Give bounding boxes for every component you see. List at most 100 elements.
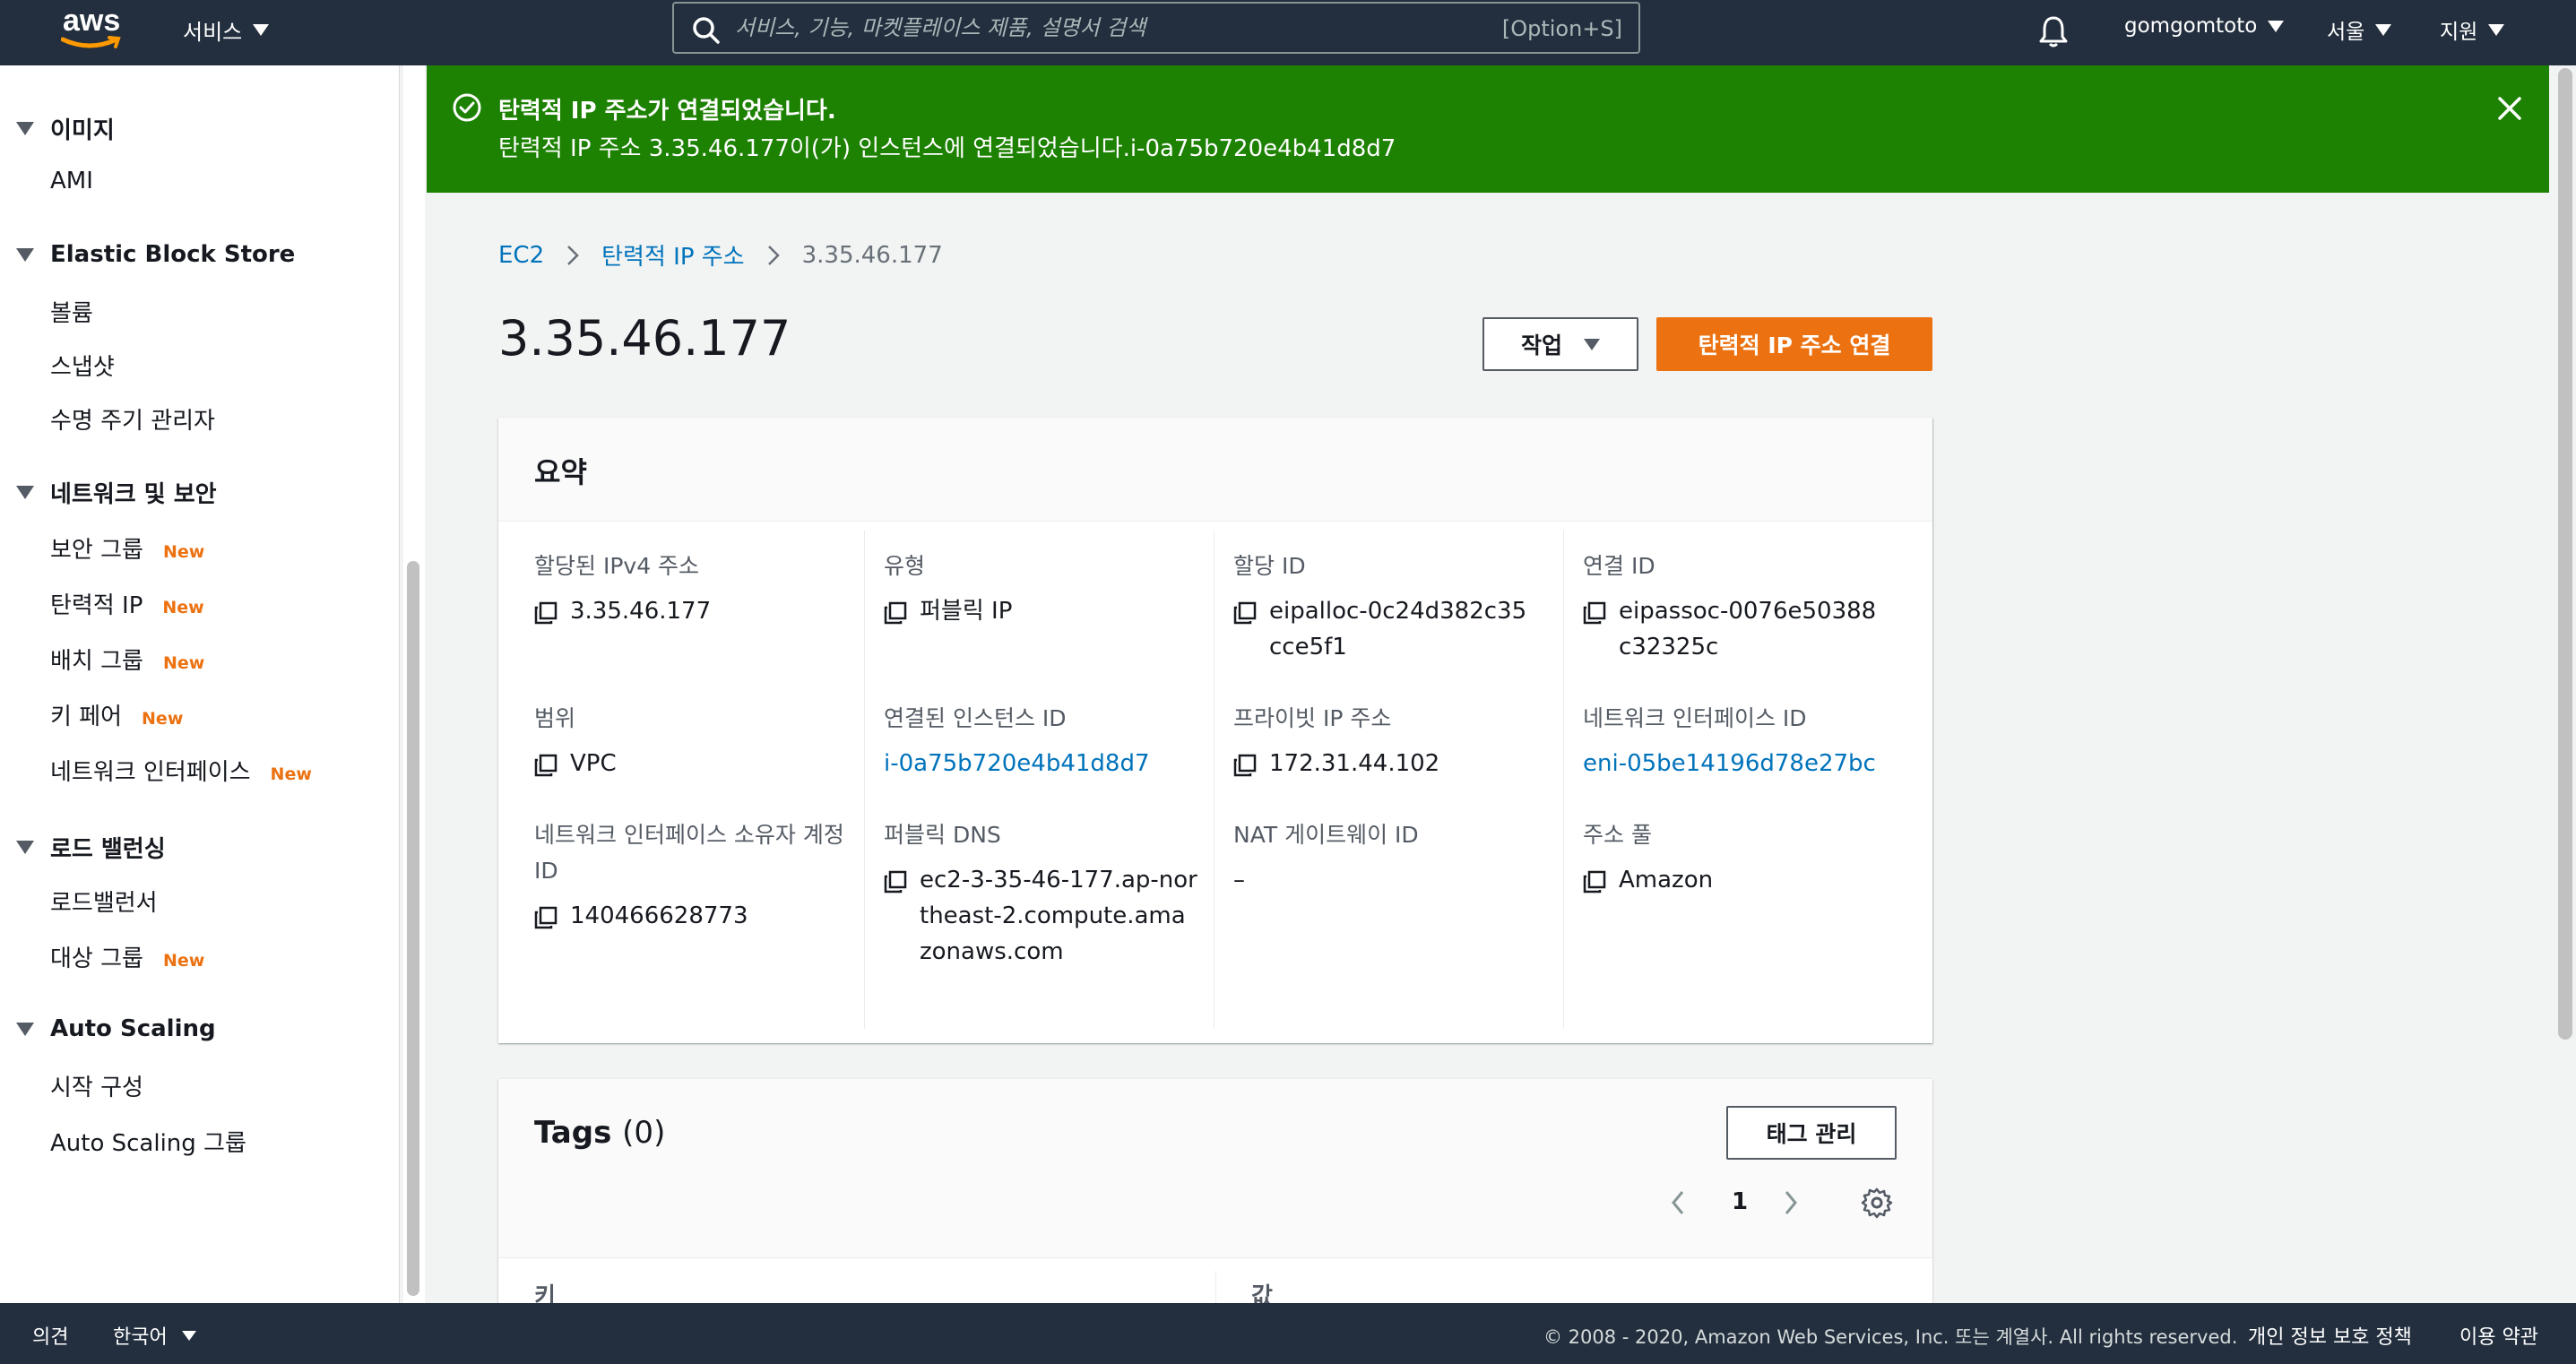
page-title: 3.35.46.177 <box>498 310 791 367</box>
chevron-down-icon <box>2375 23 2392 36</box>
scope-value: VPC <box>570 750 617 777</box>
column-header-value[interactable]: 값 <box>1251 1278 1273 1303</box>
sidebar-section-network-security[interactable]: 네트워크 및 보안 <box>16 476 217 509</box>
chevron-down-icon <box>2488 23 2505 36</box>
caret-down-icon <box>16 486 34 499</box>
field-label: 네트워크 인터페이스 소유자 계정 ID <box>534 822 844 884</box>
sidebar-item-elastic-ip[interactable]: 탄력적 IP New <box>50 587 204 620</box>
summary-header: 요약 <box>498 418 1932 522</box>
services-label: 서비스 <box>183 20 243 45</box>
privacy-policy-link[interactable]: 개인 정보 보호 정책 <box>2248 1321 2412 1350</box>
sidebar-section-title: 네트워크 및 보안 <box>50 481 217 508</box>
sidebar-item-load-balancers[interactable]: 로드밸런서 <box>50 885 158 918</box>
sidebar-item-snapshots[interactable]: 스냅샷 <box>50 349 115 382</box>
aws-smile-icon <box>61 36 121 48</box>
chevron-right-icon[interactable] <box>1782 1188 1800 1217</box>
user-menu[interactable]: gomgomtoto <box>2124 14 2285 38</box>
field-owner-account-id: 네트워크 인터페이스 소유자 계정 ID 140466628773 <box>534 817 848 934</box>
ipv4-value: 3.35.46.177 <box>570 598 712 625</box>
check-circle-icon <box>453 93 481 122</box>
field-value: 172.31.44.102 <box>1233 746 1547 781</box>
sidebar-item-volumes[interactable]: 볼륨 <box>50 295 93 328</box>
main-scrollbar-thumb[interactable] <box>2558 68 2572 1040</box>
close-icon[interactable] <box>2497 96 2522 121</box>
search-shortcut: [Option+S] <box>1501 16 1622 41</box>
actions-label: 작업 <box>1520 332 1562 358</box>
field-value: i-0a75b720e4b41d8d7 <box>884 746 1197 781</box>
tags-count: (0) <box>622 1115 666 1151</box>
association-id-value: eipassoc-0076e50388c32325c <box>1619 598 1877 660</box>
copy-icon[interactable] <box>1583 601 1606 625</box>
copy-icon[interactable] <box>1233 601 1257 625</box>
breadcrumb-ec2[interactable]: EC2 <box>498 242 544 269</box>
sidebar-item-target-groups[interactable]: 대상 그룹 New <box>50 940 204 973</box>
sidebar-item-key-pairs[interactable]: 키 페어 New <box>50 698 183 731</box>
sidebar-section-ebs[interactable]: Elastic Block Store <box>16 241 295 268</box>
notification-message: 탄력적 IP 주소 3.35.46.177이(가) 인스턴스에 연결되었습니다.… <box>498 135 1396 162</box>
language-selector[interactable]: 한국어 <box>113 1321 196 1350</box>
public-dns-value: ec2-3-35-46-177.ap-northeast-2.compute.a… <box>920 867 1197 965</box>
chevron-right-icon <box>567 245 579 265</box>
field-allocation-id: 할당 ID eipalloc-0c24d382c35cce5f1 <box>1233 548 1547 665</box>
copy-icon[interactable] <box>884 601 907 625</box>
field-value: VPC <box>534 746 848 781</box>
language-label: 한국어 <box>113 1326 168 1349</box>
field-label: 연결된 인스턴스 ID <box>884 705 1067 731</box>
region-menu[interactable]: 서울 <box>2327 14 2392 45</box>
sidebar: 이미지 AMI Elastic Block Store 볼륨 스냅샷 수명 주기… <box>0 65 400 1303</box>
field-value: – <box>1233 862 1547 898</box>
copy-icon[interactable] <box>534 906 558 929</box>
sidebar-item-auto-scaling-groups[interactable]: Auto Scaling 그룹 <box>50 1125 246 1158</box>
sidebar-item-label: 볼륨 <box>50 300 93 327</box>
gear-icon[interactable] <box>1861 1187 1893 1219</box>
services-menu[interactable]: 서비스 <box>183 14 270 46</box>
copy-icon[interactable] <box>534 601 558 625</box>
breadcrumb-elastic-ip[interactable]: 탄력적 IP 주소 <box>601 238 744 272</box>
feedback-link[interactable]: 의견 <box>32 1321 68 1350</box>
terms-link[interactable]: 이용 약관 <box>2459 1321 2538 1350</box>
associate-elastic-ip-button[interactable]: 탄력적 IP 주소 연결 <box>1656 317 1932 371</box>
column-divider <box>1214 531 1215 1029</box>
pagination-page-1[interactable]: 1 <box>1732 1188 1748 1215</box>
instance-id-link[interactable]: i-0a75b720e4b41d8d7 <box>884 746 1150 781</box>
field-instance-id: 연결된 인스턴스 ID i-0a75b720e4b41d8d7 <box>884 701 1197 781</box>
chevron-left-icon[interactable] <box>1669 1188 1687 1217</box>
aws-logo-text: aws <box>63 4 121 38</box>
sidebar-item-label: Auto Scaling 그룹 <box>50 1130 246 1157</box>
field-label: 할당된 IPv4 주소 <box>534 553 700 579</box>
sidebar-section-auto-scaling[interactable]: Auto Scaling <box>16 1015 216 1042</box>
sidebar-item-lifecycle-manager[interactable]: 수명 주기 관리자 <box>50 402 215 436</box>
aws-logo[interactable]: aws <box>59 4 124 52</box>
sidebar-section-load-balancing[interactable]: 로드 밸런싱 <box>16 831 166 864</box>
manage-tags-button[interactable]: 태그 관리 <box>1726 1106 1897 1160</box>
bell-icon[interactable] <box>2036 14 2070 48</box>
search-input[interactable] <box>735 9 1470 47</box>
column-divider <box>864 531 865 1029</box>
chevron-right-icon <box>767 245 780 265</box>
search-box[interactable]: [Option+S] <box>672 2 1640 54</box>
sidebar-item-placement-groups[interactable]: 배치 그룹 New <box>50 643 204 676</box>
field-value: 퍼블릭 IP <box>884 593 1197 629</box>
sidebar-item-launch-configurations[interactable]: 시작 구성 <box>50 1069 143 1102</box>
sidebar-item-ami[interactable]: AMI <box>50 168 93 194</box>
type-value: 퍼블릭 IP <box>920 598 1013 625</box>
copy-icon[interactable] <box>534 754 558 777</box>
user-name: gomgomtoto <box>2124 14 2258 38</box>
copy-icon[interactable] <box>1583 870 1606 894</box>
field-label: 네트워크 인터페이스 ID <box>1583 705 1807 731</box>
actions-button[interactable]: 작업 <box>1482 317 1638 371</box>
copy-icon[interactable] <box>884 870 907 894</box>
copy-icon[interactable] <box>1233 754 1257 777</box>
network-interface-id-link[interactable]: eni-05be14196d78e27bc <box>1583 746 1876 781</box>
success-notification: 탄력적 IP 주소가 연결되었습니다. 탄력적 IP 주소 3.35.46.17… <box>427 65 2549 193</box>
sidebar-scrollbar-thumb[interactable] <box>407 561 419 1296</box>
sidebar-item-security-groups[interactable]: 보안 그룹 New <box>50 531 204 565</box>
sidebar-section-images[interactable]: 이미지 <box>16 112 115 145</box>
sidebar-item-network-interfaces[interactable]: 네트워크 인터페이스 New <box>50 754 312 787</box>
column-header-key[interactable]: 키 <box>534 1278 556 1303</box>
support-label: 지원 <box>2440 21 2478 44</box>
support-menu[interactable]: 지원 <box>2440 14 2505 45</box>
owner-account-id-value: 140466628773 <box>570 902 748 929</box>
allocation-id-value: eipalloc-0c24d382c35cce5f1 <box>1269 598 1527 660</box>
tags-header: Tags (0) 태그 관리 1 <box>498 1079 1932 1258</box>
